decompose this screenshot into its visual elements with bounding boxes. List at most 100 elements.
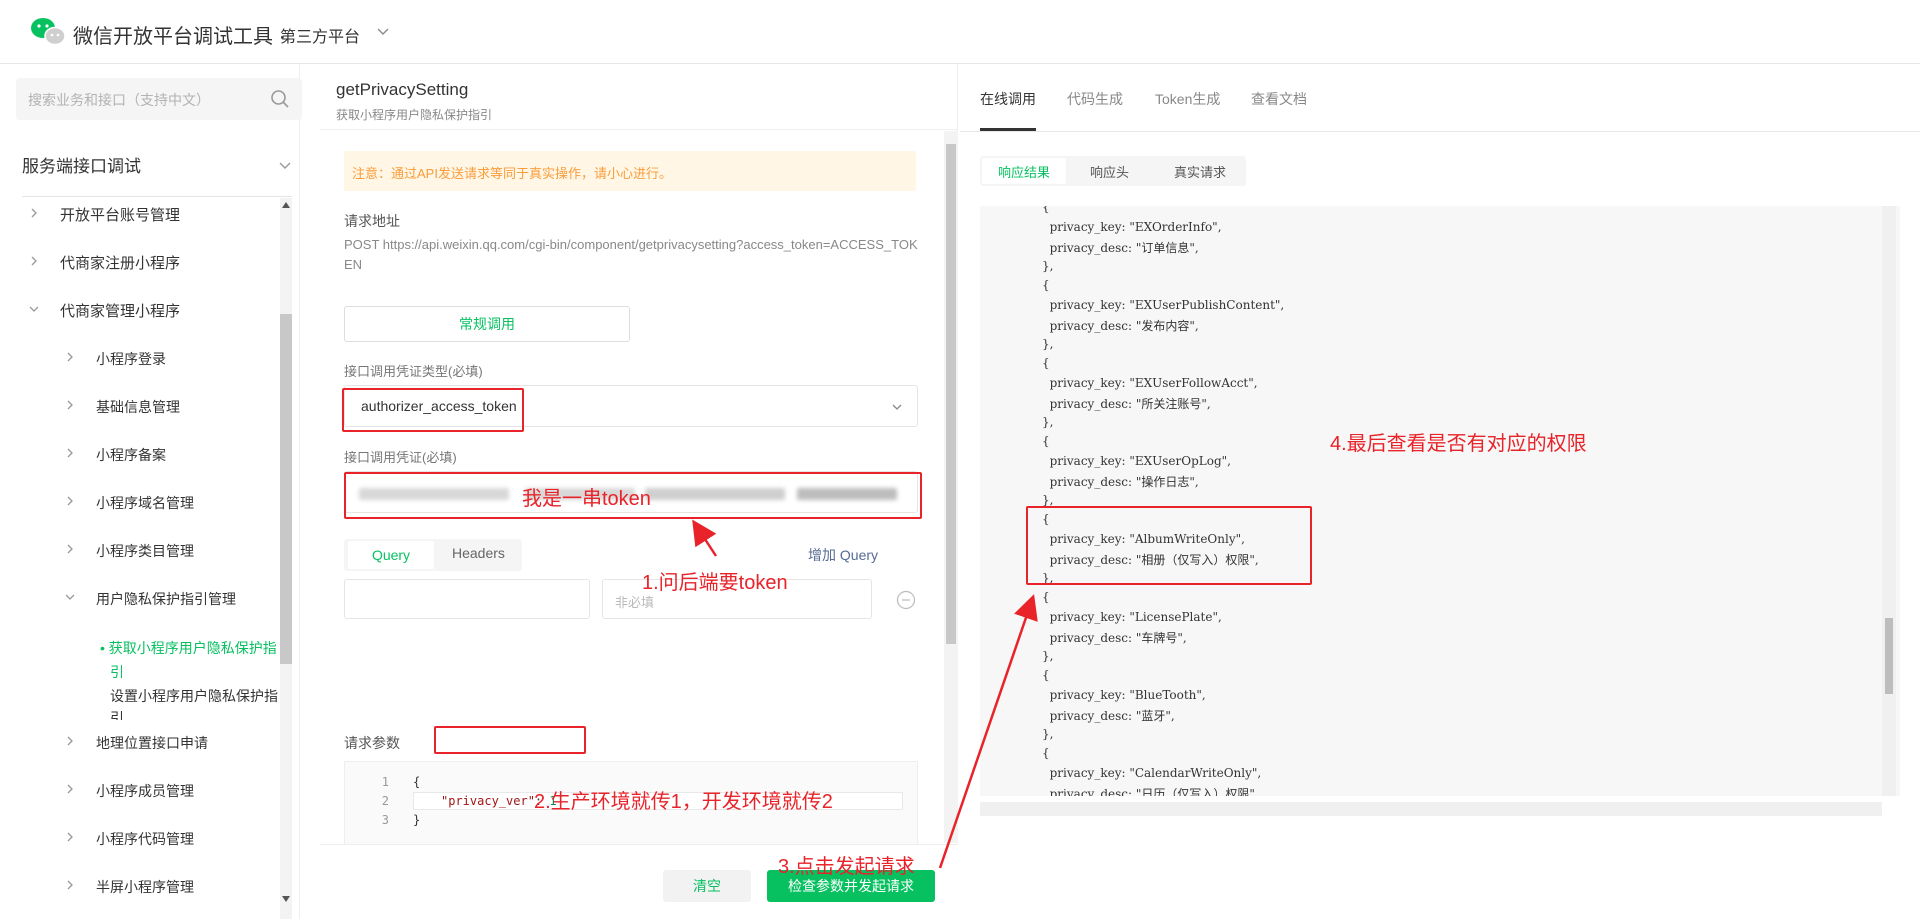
warning-banner: 注意：通过API发送请求等同于真实操作，请小心进行。 [344, 151, 916, 191]
response-body[interactable]: { privacy_key: "EXOrderInfo", privacy_de… [980, 206, 1900, 796]
search-input[interactable]: 搜索业务和接口（支持中文） [16, 78, 302, 120]
response-line: }, [1042, 414, 1054, 429]
chevron-down-icon[interactable] [278, 158, 292, 172]
chevron-down-icon[interactable] [376, 24, 390, 38]
chevron-right-icon [67, 400, 73, 410]
subtab-headers[interactable]: 响应头 [1090, 162, 1129, 181]
response-scrollbar-thumb[interactable] [1885, 618, 1893, 694]
sidebar-item-privacy[interactable]: 用户隐私保护指引管理 [96, 589, 236, 609]
tab-headers[interactable]: Headers [452, 545, 505, 561]
tab-code-gen[interactable]: 代码生成 [1067, 89, 1123, 109]
sidebar-item-get-privacy[interactable]: • 获取小程序用户隐私保护指 [100, 638, 277, 658]
line-number: 2 [381, 794, 389, 808]
response-hscrollbar[interactable] [980, 802, 1882, 816]
tab-token-gen[interactable]: Token生成 [1155, 89, 1220, 109]
chevron-right-icon [67, 496, 73, 506]
query-key-input[interactable] [344, 579, 590, 619]
sidebar-item-register-miniprogram[interactable]: 代商家注册小程序 [60, 252, 180, 273]
chevron-right-icon [31, 256, 37, 266]
warning-text: 注意：通过API发送请求等同于真实操作，请小心进行。 [352, 166, 672, 181]
sidebar-item-login[interactable]: 小程序登录 [96, 349, 166, 369]
response-line: privacy_desc: "发布内容", [1042, 319, 1199, 333]
normal-call-button[interactable]: 常规调用 [344, 306, 630, 342]
clear-button[interactable]: 清空 [663, 870, 751, 902]
platform-selector[interactable]: 第三方平台 [280, 23, 360, 47]
cred-label: 接口调用凭证(必填) [344, 450, 457, 465]
response-line: privacy_key: "EXUserFollowAcct", [1042, 375, 1258, 390]
response-line: privacy_key: "BlueTooth", [1042, 687, 1206, 702]
response-panel: 在线调用 代码生成 Token生成 查看文档 响应结果 响应头 真实请求 { p… [960, 64, 1920, 919]
line-number: 1 [381, 775, 389, 789]
sidebar-item-basic-info[interactable]: 基础信息管理 [96, 397, 180, 417]
annotation-step1: 1.问后端要token [642, 572, 788, 594]
chevron-right-icon [67, 832, 73, 842]
response-line: privacy_desc: "日历（仅写入）权限", [1042, 787, 1259, 796]
response-line: }, [1042, 648, 1054, 663]
response-line: privacy_desc: "订单信息", [1042, 241, 1199, 255]
tab-online-call[interactable]: 在线调用 [980, 89, 1036, 109]
request-url: POST https://api.weixin.qq.com/cgi-bin/c… [344, 237, 918, 272]
chevron-down-icon[interactable] [891, 401, 903, 413]
app-title: 微信开放平台调试工具 · [73, 26, 286, 48]
code-key: "privacy_ver" [441, 794, 535, 808]
request-scrollbar-thumb[interactable] [946, 144, 956, 644]
response-line: privacy_key: "CalendarWriteOnly", [1042, 765, 1262, 780]
response-line: }, [1042, 336, 1054, 351]
annotation-box-privacy-ver [434, 726, 586, 754]
param-tabs: Query Headers [344, 539, 522, 571]
response-line: privacy_desc: "操作日志", [1042, 475, 1199, 489]
code-line: } [413, 813, 421, 827]
annotation-step4: 4.最后查看是否有对应的权限 [1330, 433, 1587, 455]
tab-query[interactable]: Query [348, 541, 434, 569]
sidebar-scrollbar-thumb[interactable] [280, 314, 292, 664]
sidebar-item-get-privacy-wrap[interactable]: 引 [110, 662, 124, 682]
response-line: { [1042, 206, 1050, 214]
response-line: { [1042, 356, 1050, 370]
sidebar-item-filing[interactable]: 小程序备案 [96, 445, 166, 465]
response-line: privacy_key: "EXUserOpLog", [1042, 453, 1231, 468]
sidebar-item-location[interactable]: 地理位置接口申请 [96, 733, 208, 753]
params-label: 请求参数 [344, 735, 400, 751]
sidebar-item-code[interactable]: 小程序代码管理 [96, 829, 194, 849]
search-icon[interactable] [270, 89, 290, 109]
chevron-right-icon [67, 880, 73, 890]
response-line: privacy_desc: "蓝牙", [1042, 709, 1175, 723]
response-line: privacy_key: "EXUserPublishContent", [1042, 297, 1285, 312]
annotation-box-cred-type [342, 388, 524, 432]
section-title-server-api[interactable]: 服务端接口调试 [22, 152, 141, 177]
annotation-step3: 3.点击发起请求 [778, 856, 915, 878]
divider [22, 196, 292, 197]
response-scrollbar[interactable] [1882, 206, 1896, 796]
sidebar-item-domain[interactable]: 小程序域名管理 [96, 493, 194, 513]
response-line: }, [1042, 258, 1054, 273]
response-line: }, [1042, 726, 1054, 741]
top-header: 微信开放平台调试工具 · 第三方平台 [0, 0, 1920, 64]
sidebar-item-account-mgmt[interactable]: 开放平台账号管理 [60, 204, 180, 225]
response-line: { [1042, 746, 1050, 760]
annotation-step2: 2.生产环境就传1，开发环境就传2 [534, 791, 833, 813]
sidebar-item-set-privacy[interactable]: 设置小程序用户隐私保护指 [110, 686, 278, 706]
add-query-link[interactable]: 增加 Query [808, 545, 878, 565]
chevron-right-icon [67, 736, 73, 746]
subtab-real-request[interactable]: 真实请求 [1174, 162, 1226, 181]
remove-param-icon[interactable] [896, 590, 916, 610]
sidebar-item-members[interactable]: 小程序成员管理 [96, 781, 194, 801]
sidebar-item-set-privacy-wrap[interactable]: 引 [110, 708, 124, 720]
api-description: 获取小程序用户隐私保护指引 [336, 108, 493, 122]
api-name: getPrivacySetting [336, 80, 469, 99]
response-line: privacy_key: "LicensePlate", [1042, 609, 1222, 624]
subtab-response[interactable]: 响应结果 [998, 162, 1050, 181]
response-line: privacy_key: "EXOrderInfo", [1042, 219, 1222, 234]
chevron-down-icon [29, 306, 39, 312]
sidebar-item-halfscreen[interactable]: 半屏小程序管理 [96, 877, 194, 897]
scroll-up-icon[interactable] [282, 202, 290, 208]
scroll-down-icon[interactable] [282, 896, 290, 902]
line-number: 3 [381, 813, 389, 827]
sidebar-item-manage-miniprogram[interactable]: 代商家管理小程序 [60, 300, 180, 321]
cred-type-label: 接口调用凭证类型(必填) [344, 364, 483, 379]
sidebar-item-category[interactable]: 小程序类目管理 [96, 541, 194, 561]
active-tab-indicator [980, 128, 1036, 131]
response-line: { [1042, 668, 1050, 682]
tab-docs[interactable]: 查看文档 [1251, 89, 1307, 109]
wechat-logo-icon [31, 18, 66, 45]
